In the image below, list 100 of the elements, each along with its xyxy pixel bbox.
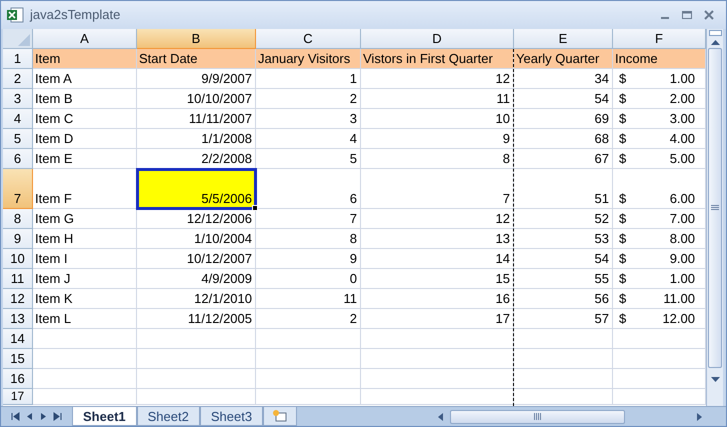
scroll-thumb[interactable] (450, 410, 625, 424)
table-cell: 51 (514, 169, 613, 209)
table-cell: 4 (256, 129, 361, 149)
amount: 2.00 (670, 90, 696, 108)
active-cell[interactable]: 5/5/2006 (137, 169, 256, 209)
currency-symbol: $ (619, 250, 626, 268)
table-cell: Item E (33, 149, 137, 169)
table-cell: 55 (514, 269, 613, 289)
table-cell: 12/12/2006 (137, 209, 256, 229)
scroll-thumb[interactable] (708, 48, 722, 368)
table-cell: Item H (33, 229, 137, 249)
row-header[interactable]: 4 (3, 109, 33, 129)
last-sheet-icon[interactable] (53, 412, 62, 421)
amount: 12.00 (662, 310, 696, 328)
column-header[interactable]: F (613, 29, 706, 49)
table-cell: 34 (514, 69, 613, 89)
amount: 5.00 (670, 150, 696, 168)
table-cell: 14 (361, 249, 514, 269)
table-cell: Item I (33, 249, 137, 269)
row-header[interactable]: 5 (3, 129, 33, 149)
scroll-left-icon[interactable] (436, 412, 446, 422)
row-header[interactable]: 16 (3, 369, 33, 389)
previous-sheet-icon[interactable] (25, 412, 34, 421)
table-cell: 1/10/2004 (137, 229, 256, 249)
table-cell: 9/9/2007 (137, 69, 256, 89)
table-cell: 2 (256, 89, 361, 109)
vertical-scrollbar[interactable] (706, 29, 723, 406)
row-header[interactable]: 13 (3, 309, 33, 329)
table-cell: 7 (361, 169, 514, 209)
row-header[interactable]: 14 (3, 329, 33, 349)
table-cell: Item G (33, 209, 137, 229)
table-cell: 0 (256, 269, 361, 289)
row-header[interactable]: 15 (3, 349, 33, 369)
table-cell: 4/9/2009 (137, 269, 256, 289)
currency-symbol: $ (619, 230, 626, 248)
insert-sheet-button[interactable] (263, 407, 298, 426)
header-cell: Vistors in First Quarter (361, 49, 514, 69)
row-header[interactable]: 3 (3, 89, 33, 109)
table-cell: 3 (256, 109, 361, 129)
row-header[interactable]: 8 (3, 209, 33, 229)
table-cell: 10/10/2007 (137, 89, 256, 109)
sheet-tab[interactable]: Sheet3 (200, 407, 264, 426)
row-header[interactable]: 2 (3, 69, 33, 89)
table-cell: 54 (514, 89, 613, 109)
column-header[interactable]: D (361, 29, 514, 49)
grip-icon (711, 205, 719, 211)
amount: 9.00 (670, 250, 696, 268)
table-cell: 1 (256, 69, 361, 89)
row-header[interactable]: 17 (3, 389, 33, 405)
scroll-right-icon[interactable] (694, 412, 704, 422)
table-cell: 12 (361, 69, 514, 89)
column-header[interactable]: A (33, 29, 137, 49)
column-header[interactable]: C (256, 29, 361, 49)
row-header[interactable]: 1 (3, 49, 33, 69)
currency-symbol: $ (619, 310, 626, 328)
amount: 11.00 (663, 290, 696, 308)
amount: 7.00 (670, 210, 696, 228)
table-cell: 11 (256, 289, 361, 309)
table-cell: 11/12/2005 (137, 309, 256, 329)
row-header[interactable]: 6 (3, 149, 33, 169)
table-cell: 8 (361, 149, 514, 169)
table-cell: 9 (256, 249, 361, 269)
table-cell: Item K (33, 289, 137, 309)
sheet-tab[interactable]: Sheet1 (72, 407, 137, 426)
next-sheet-icon[interactable] (39, 412, 48, 421)
grip-icon (534, 413, 542, 420)
row-header[interactable]: 9 (3, 229, 33, 249)
table-cell: Item L (33, 309, 137, 329)
amount: 8.00 (670, 230, 696, 248)
fill-handle[interactable] (252, 205, 258, 211)
first-sheet-icon[interactable] (11, 412, 20, 421)
row-header[interactable]: 10 (3, 249, 33, 269)
table-cell: 52 (514, 209, 613, 229)
table-cell: 2 (256, 309, 361, 329)
table-cell: 17 (361, 309, 514, 329)
currency-symbol: $ (619, 210, 626, 228)
row-header[interactable]: 7 (3, 169, 33, 209)
corner-triangle-icon (18, 34, 30, 46)
table-cell: 16 (361, 289, 514, 309)
header-cell: January Visitors (256, 49, 361, 69)
currency-symbol: $ (619, 130, 626, 148)
split-handle[interactable] (708, 30, 722, 36)
table-cell: 53 (514, 229, 613, 249)
spreadsheet-icon (6, 6, 24, 24)
row-header[interactable]: 12 (3, 289, 33, 309)
close-icon[interactable] (703, 9, 715, 21)
currency-symbol: $ (619, 190, 626, 208)
table-cell: 54 (514, 249, 613, 269)
table-cell: 11 (361, 89, 514, 109)
table-cell: 57 (514, 309, 613, 329)
maximize-icon[interactable] (681, 9, 693, 21)
column-header[interactable]: E (514, 29, 613, 49)
header-cell: Item (33, 49, 137, 69)
column-header[interactable]: B (137, 29, 256, 49)
currency-symbol: $ (619, 70, 626, 88)
sheet-tab[interactable]: Sheet2 (136, 407, 200, 426)
header-cell: Yearly Quarter (514, 49, 613, 69)
table-cell: 15 (361, 269, 514, 289)
currency-symbol: $ (619, 110, 626, 128)
row-header[interactable]: 11 (3, 269, 33, 289)
